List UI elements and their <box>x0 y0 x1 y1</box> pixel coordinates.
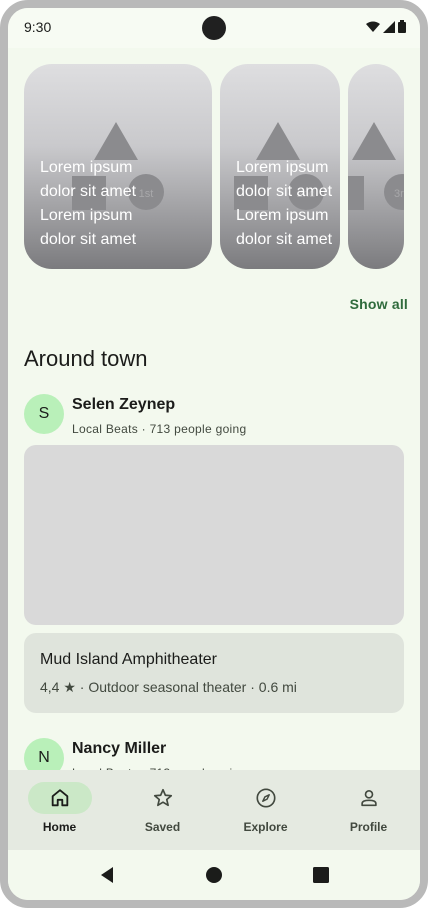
home-icon <box>51 789 68 807</box>
nav-item-saved[interactable]: Saved <box>111 770 214 850</box>
phone-frame: 9:30 1st Lorem ipsum dolor sit amet Lore… <box>0 0 428 908</box>
card-badge: 1st <box>139 188 154 200</box>
post-subtitle: Local Beats · 713 people going <box>72 422 247 436</box>
nav-active-indicator <box>27 782 92 814</box>
featured-carousel[interactable]: 1st Lorem ipsum dolor sit amet Lorem ips… <box>24 64 404 270</box>
bottom-navigation: Home Saved Explore Profile <box>8 770 420 850</box>
system-navigation-bar <box>8 850 420 900</box>
nav-label: Explore <box>243 820 288 834</box>
post-author-name: Nancy Miller <box>72 740 167 757</box>
back-button[interactable] <box>92 850 122 900</box>
camera-cutout <box>202 16 226 40</box>
recents-button[interactable] <box>306 850 336 900</box>
battery-icon <box>398 20 406 33</box>
recents-square-icon <box>313 867 329 883</box>
compass-icon <box>255 788 276 808</box>
nav-icon-container <box>234 782 298 814</box>
placeholder-shapes-icon: 3rd <box>348 122 404 210</box>
nav-item-home[interactable]: Home <box>8 770 111 850</box>
show-all-link[interactable]: Show all <box>350 296 408 312</box>
nav-icon-container <box>131 782 195 814</box>
post-media[interactable] <box>24 445 404 625</box>
nav-label: Saved <box>144 820 181 834</box>
place-meta: 4,4 ★ · Outdoor seasonal theater · 0.6 m… <box>40 679 297 695</box>
section-title: Around town <box>24 346 148 371</box>
nav-label: Home <box>42 820 77 834</box>
carousel-card[interactable]: 2nd Lorem ipsum dolor sit amet Lorem ips… <box>220 64 340 269</box>
card-text: Lorem ipsum dolor sit amet Lorem ipsum d… <box>236 159 333 248</box>
status-icons <box>366 20 406 33</box>
carousel-card[interactable]: 1st Lorem ipsum dolor sit amet Lorem ips… <box>24 64 212 269</box>
person-icon <box>360 790 377 807</box>
back-triangle-icon <box>101 867 113 883</box>
avatar[interactable]: S <box>24 394 64 434</box>
nav-item-profile[interactable]: Profile <box>317 770 420 850</box>
place-title: Mud Island Amphitheater <box>40 651 217 668</box>
status-bar: 9:30 <box>8 8 420 48</box>
home-circle-icon <box>206 867 222 883</box>
nav-icon-container <box>337 782 401 814</box>
star-icon <box>153 788 172 807</box>
card-text: Lorem ipsum dolor sit amet Lorem ipsum d… <box>40 159 137 248</box>
carousel-card[interactable]: 3rd <box>348 64 404 269</box>
card-badge: 3rd <box>394 188 404 200</box>
place-card[interactable]: Mud Island Amphitheater 4,4 ★ · Outdoor … <box>24 633 404 713</box>
wifi-icon <box>366 21 380 32</box>
nav-label: Profile <box>349 820 388 834</box>
nav-item-explore[interactable]: Explore <box>214 770 317 850</box>
home-button[interactable] <box>199 850 229 900</box>
post-author-name: Selen Zeynep <box>72 396 176 413</box>
cell-signal-icon <box>383 20 395 33</box>
status-time: 9:30 <box>24 19 52 35</box>
